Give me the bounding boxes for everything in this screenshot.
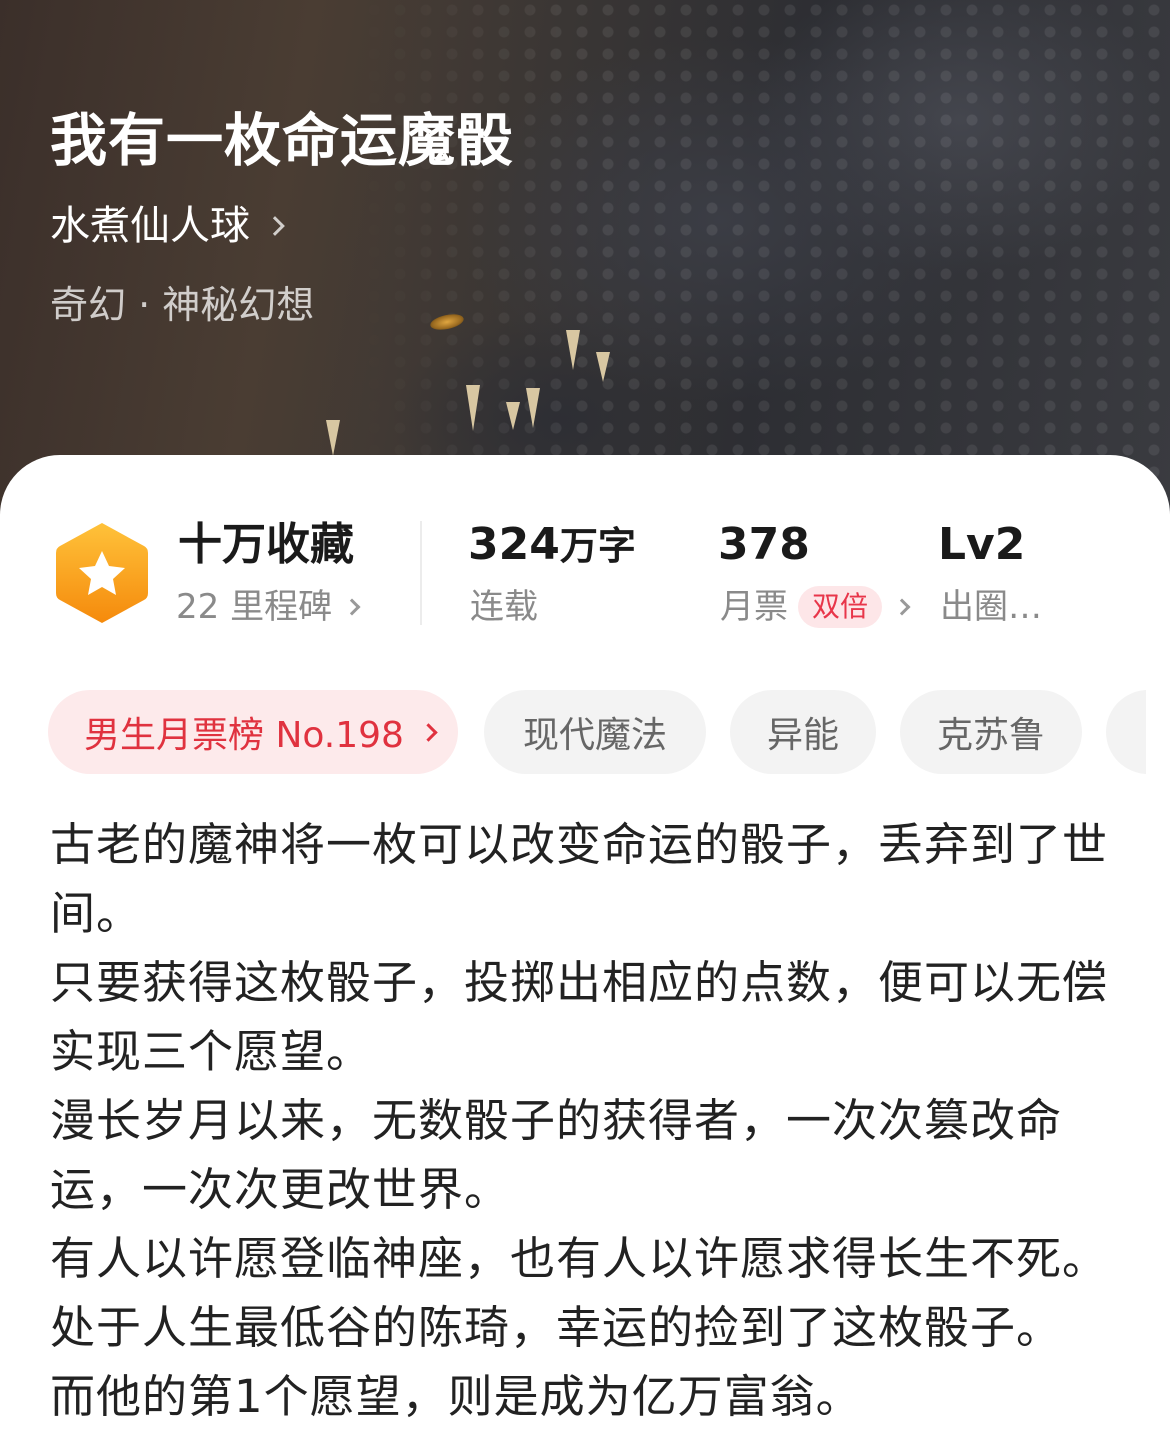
stats-row: 十万收藏 22 里程碑 324万字 连载 378 月票 双倍 Lv2 出圈… xyxy=(0,515,1170,635)
description-line: 而他的第1个愿望，则是成为亿万富翁。 xyxy=(50,1370,862,1423)
cover-banner: 我有一枚命运魔骰 水煮仙人球 奇幻 · 神秘幻想 xyxy=(0,0,1170,520)
rank-tag[interactable]: 男生月票榜 No.198 xyxy=(48,690,458,774)
milestone-label: 22 里程碑 xyxy=(176,587,333,627)
dragon-tooth xyxy=(566,330,580,370)
tag-superpower[interactable]: 异能 xyxy=(730,690,876,774)
monthly-ticket-count: 378 xyxy=(718,519,810,570)
dragon-tooth xyxy=(526,388,540,428)
chevron-right-icon xyxy=(893,598,911,616)
monthly-ticket-label: 月票 xyxy=(720,587,788,627)
description-line: 古老的魔神将一枚可以改变命运的骰子，丢弃到了世间。 xyxy=(50,818,1109,940)
chevron-right-icon xyxy=(419,722,438,742)
book-genre: 奇幻 · 神秘幻想 xyxy=(50,283,315,327)
author-link[interactable]: 水煮仙人球 xyxy=(50,200,285,252)
description-line: 有人以许愿登临神座，也有人以许愿求得长生不死。 xyxy=(50,1232,1109,1285)
star-icon xyxy=(56,523,148,623)
monthly-ticket-link[interactable]: 月票 双倍 xyxy=(720,585,911,629)
milestone-link[interactable]: 22 里程碑 xyxy=(176,585,361,629)
tag-overflow[interactable] xyxy=(1106,690,1146,774)
author-name: 水煮仙人球 xyxy=(50,203,250,249)
word-count-number: 324 xyxy=(468,519,560,570)
detail-card: 十万收藏 22 里程碑 324万字 连载 378 月票 双倍 Lv2 出圈… 男… xyxy=(0,455,1170,1434)
tag-modern-magic[interactable]: 现代魔法 xyxy=(484,690,706,774)
book-description: 古老的魔神将一枚可以改变命运的骰子，丢弃到了世间。 只要获得这枚骰子，投掷出相应… xyxy=(50,810,1120,1431)
cover-texture xyxy=(0,0,1170,520)
description-line: 处于人生最低谷的陈琦，幸运的捡到了这枚骰子。 xyxy=(50,1301,1063,1354)
level-value: Lv2 xyxy=(938,519,1026,570)
dragon-tooth xyxy=(466,385,480,431)
book-title: 我有一枚命运魔骰 xyxy=(50,108,514,174)
rank-label: 男生月票榜 No.198 xyxy=(84,715,404,756)
dragon-tooth xyxy=(506,402,520,430)
dragon-tooth xyxy=(596,352,610,382)
level-label: 出圈… xyxy=(940,587,1042,627)
favorites-count: 十万收藏 xyxy=(178,519,354,570)
description-line: 漫长岁月以来，无数骰子的获得者，一次次篡改命运，一次次更改世界。 xyxy=(50,1094,1063,1216)
dragon-tooth xyxy=(326,420,340,456)
chevron-right-icon xyxy=(343,598,361,616)
description-line: 只要获得这枚骰子，投掷出相应的点数，便可以无偿实现三个愿望。 xyxy=(50,956,1109,1078)
serial-status: 连载 xyxy=(470,587,538,627)
double-badge: 双倍 xyxy=(798,586,883,628)
chevron-right-icon xyxy=(265,216,285,236)
tag-cthulhu[interactable]: 克苏鲁 xyxy=(900,690,1082,774)
word-count-unit: 万字 xyxy=(559,524,636,568)
tag-row: 男生月票榜 No.198 现代魔法 异能 克苏鲁 xyxy=(48,690,1146,774)
stats-divider xyxy=(420,521,422,625)
word-count: 324万字 xyxy=(468,517,636,574)
